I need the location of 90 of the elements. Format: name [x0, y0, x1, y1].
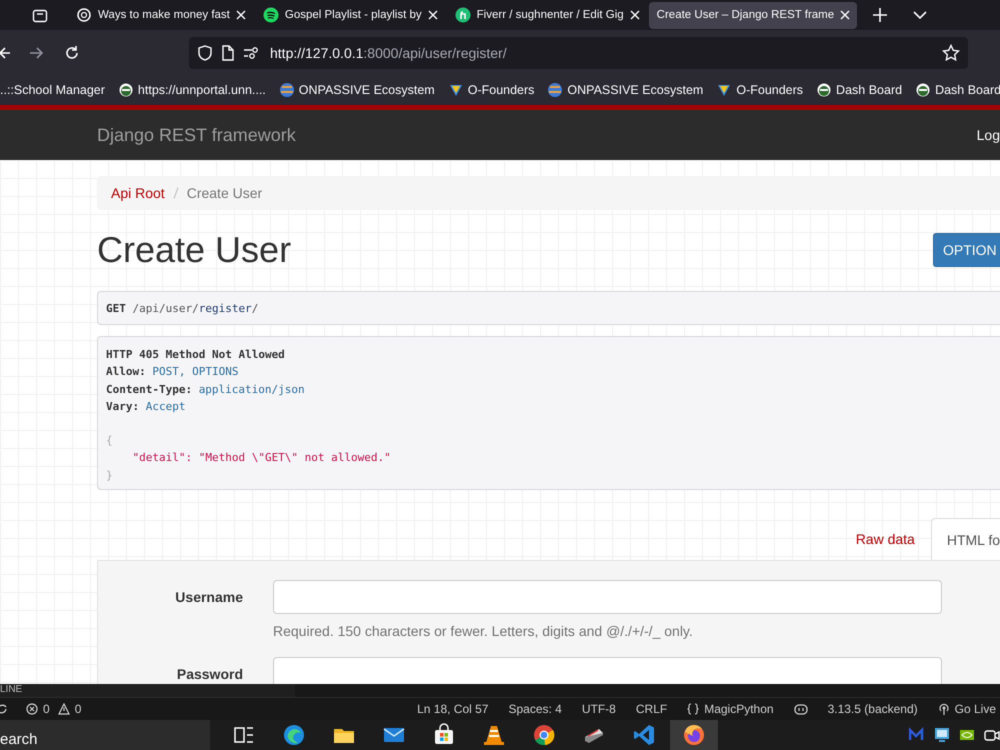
status-item[interactable]: Ln 18, Col 57	[417, 702, 488, 716]
search-placeholder: earch	[0, 731, 38, 748]
bookmark-link[interactable]: ONPASSIVE Ecosystem	[567, 83, 704, 97]
bookmark-link[interactable]: Dash Board	[836, 83, 902, 97]
header-name: Content-Type:	[106, 382, 192, 398]
bookmark-link[interactable]: https://unnportal.unn....	[138, 83, 266, 97]
bookmark-link[interactable]: O-Founders	[468, 83, 534, 97]
browser-tab[interactable]: Gospel Playlist - playlist by	[254, 2, 445, 28]
close-icon[interactable]	[630, 10, 640, 20]
forward-icon[interactable]	[30, 46, 44, 60]
search-field[interactable]: earch	[0, 720, 210, 750]
fox-globe-icon	[682, 723, 706, 747]
browser-swirl-icon	[282, 723, 306, 747]
status-item[interactable]: MagicPython	[704, 702, 774, 716]
browser-tab[interactable]: Create User – Django REST frame	[648, 2, 858, 28]
tab-title: Create User – Django REST frame	[656, 9, 834, 21]
header-value: application/json	[198, 382, 305, 398]
tab-title: Fiverr / sughnenter / Edit Gig	[476, 9, 624, 21]
input-field[interactable]	[273, 580, 942, 614]
panel-label: LINE	[0, 685, 24, 695]
copilot-icon	[794, 703, 808, 715]
bookmark-link[interactable]: Dash Board	[935, 83, 1000, 97]
chrome-icon	[532, 723, 556, 747]
code-line: {	[106, 433, 113, 450]
close-icon[interactable]	[840, 10, 850, 20]
breadcrumb-link[interactable]: Api Root	[111, 185, 165, 201]
status-item[interactable]: CRLF	[636, 702, 668, 716]
path-text: /	[252, 302, 258, 314]
taskbar-app[interactable]	[670, 720, 718, 750]
login-link[interactable]: Log	[976, 127, 1000, 143]
new-tab-icon[interactable]	[873, 8, 888, 22]
request-method: GET	[106, 302, 126, 314]
input-field[interactable]	[273, 657, 942, 684]
status-item[interactable]: 0	[74, 702, 82, 716]
reload-icon[interactable]	[64, 44, 80, 60]
tab-title: Gospel Playlist - playlist by	[284, 9, 422, 21]
url-text: http://127.0.0.1:8000/api/user/register/	[270, 44, 508, 60]
tab-title: Ways to make money fast	[98, 9, 230, 21]
chevron-down-icon[interactable]	[913, 11, 928, 19]
browser-tab[interactable]: Fiverr / sughnenter / Edit Gig	[446, 2, 647, 28]
help-text: Required. 150 characters or fewer. Letters, digits and @/./+/-/_ only.	[273, 623, 694, 639]
traffic-cone-icon	[482, 723, 506, 747]
shield-icon	[198, 44, 212, 60]
options-button[interactable]: OPTION	[933, 233, 1000, 267]
code-line: "detail": "Method \"GET\" not allowed."	[131, 450, 391, 466]
globe-icon	[547, 82, 564, 98]
header-value: POST, OPTIONS	[152, 364, 238, 380]
status-item[interactable]: Go Live	[954, 702, 996, 716]
music-logo-icon	[262, 7, 279, 23]
form-tab[interactable]: Raw data	[846, 518, 931, 560]
error-icon	[26, 703, 38, 715]
header-value: Accept	[146, 398, 186, 415]
permissions-icon	[244, 46, 260, 58]
path-text: /api/user/	[132, 302, 199, 314]
braces-icon	[687, 703, 700, 715]
status-item[interactable]: 0	[43, 702, 50, 716]
header-name: Allow:	[106, 364, 146, 380]
star-icon[interactable]	[942, 44, 960, 62]
code-editor-icon	[632, 723, 656, 747]
page-icon	[222, 44, 234, 60]
bookmark-link[interactable]: ..::School Manager	[0, 83, 105, 97]
broadcast-icon	[938, 703, 950, 715]
eye-logo-icon[interactable]	[959, 727, 975, 743]
breadcrumb-link[interactable]: Create User	[186, 185, 262, 201]
status-line: HTTP 405 Method Not Allowed	[106, 347, 285, 363]
field-label: Username	[174, 588, 243, 607]
tab-list-icon[interactable]	[32, 7, 48, 23]
bookmark-link[interactable]: ONPASSIVE Ecosystem	[298, 83, 435, 97]
form-tab[interactable]: HTML fo	[930, 518, 1000, 560]
browser-tab[interactable]: Ways to make money fast	[68, 2, 253, 28]
brand-title[interactable]: Django REST framework	[97, 124, 296, 146]
code-line: }	[106, 468, 113, 484]
close-icon[interactable]	[236, 10, 246, 20]
bookmark-link[interactable]: O-Founders	[736, 83, 804, 97]
header-name: Vary:	[106, 398, 140, 415]
address-bar[interactable]: http://127.0.0.1:8000/api/user/register/	[189, 36, 968, 68]
status-item[interactable]: 3.13.5 (backend)	[828, 702, 918, 716]
status-item[interactable]: Spaces: 4	[508, 702, 562, 716]
m-logo-icon[interactable]	[909, 727, 925, 743]
slash-divider-icon	[172, 187, 179, 199]
status-item[interactable]: UTF-8	[582, 702, 616, 716]
warning-icon	[58, 703, 70, 715]
shopping-bag-icon	[432, 723, 456, 747]
back-icon[interactable]	[0, 46, 10, 60]
close-icon[interactable]	[428, 10, 438, 20]
monitor-icon[interactable]	[934, 727, 950, 743]
path-link[interactable]: register	[198, 302, 252, 314]
page-title: Create User	[97, 229, 292, 271]
field-label: Password	[176, 665, 243, 684]
globe-icon	[278, 82, 295, 98]
